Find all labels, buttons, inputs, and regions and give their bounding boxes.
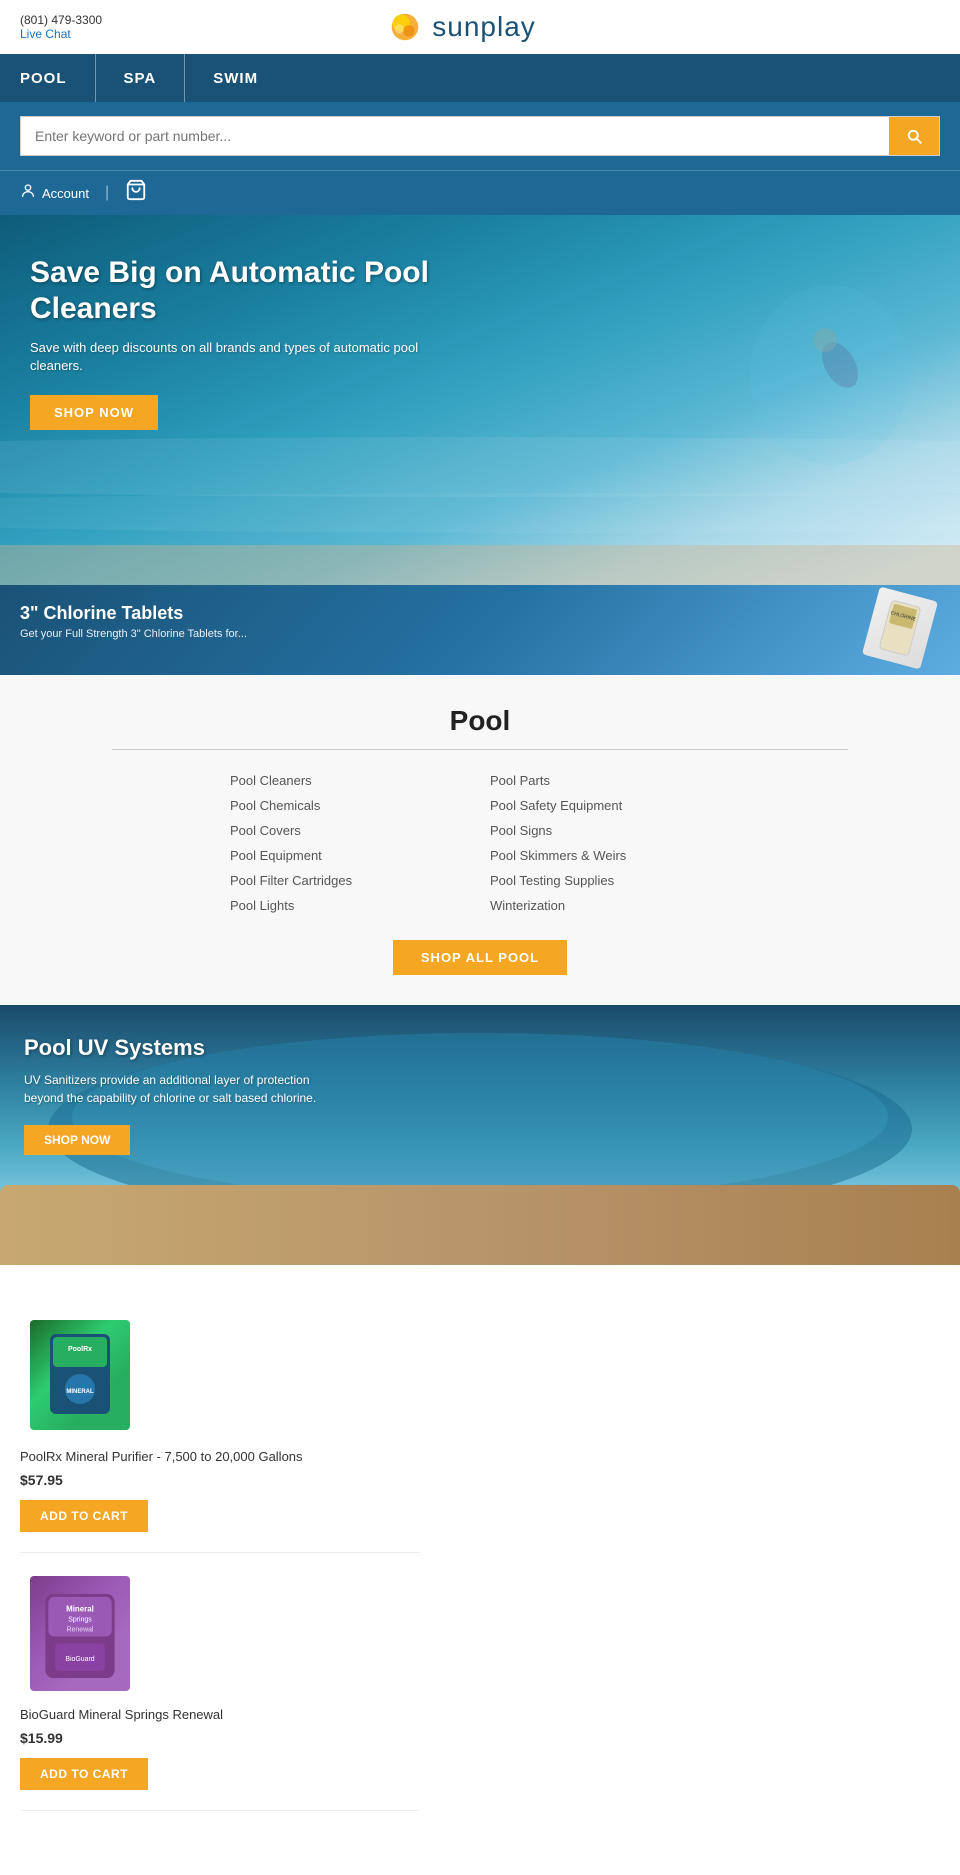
nav-spa[interactable]: SPA (96, 54, 186, 102)
poolrx-label: PoolRx MINERAL (45, 1329, 115, 1421)
svg-text:Renewal: Renewal (67, 1626, 94, 1633)
category-pool-chemicals[interactable]: Pool Chemicals (230, 795, 470, 816)
search-bar (0, 102, 960, 170)
shop-all-pool-button[interactable]: SHOP ALL POOL (393, 940, 567, 975)
svg-text:Springs: Springs (68, 1616, 92, 1623)
account-label: Account (42, 186, 89, 201)
main-navigation: POOL SPA SWIM (0, 54, 960, 102)
section-divider (112, 749, 848, 750)
chlorine-banner-title: 3" Chlorine Tablets (20, 603, 940, 624)
chlorine-product-icon: CHLORINE (862, 586, 938, 669)
hero-subtitle: Save with deep discounts on all brands a… (30, 339, 430, 375)
user-icon (20, 183, 36, 204)
svg-text:MINERAL: MINERAL (66, 1389, 94, 1395)
category-pool-signs[interactable]: Pool Signs (490, 820, 730, 841)
uv-shop-now-button[interactable]: SHOP NOW (24, 1125, 130, 1155)
poolrx-product-price: $57.95 (20, 1472, 63, 1488)
chlorine-banner: 3" Chlorine Tablets Get your Full Streng… (0, 585, 960, 675)
uv-banner: Pool UV Systems UV Sanitizers provide an… (0, 1005, 960, 1265)
live-chat-link[interactable]: Live Chat (20, 27, 102, 41)
category-pool-skimmers[interactable]: Pool Skimmers & Weirs (490, 845, 730, 866)
search-container (20, 116, 940, 156)
category-pool-parts[interactable]: Pool Parts (490, 770, 730, 791)
uv-deck-decor (0, 1185, 960, 1265)
pool-edge-decor (0, 545, 960, 585)
account-link[interactable]: Account (20, 183, 89, 204)
bioguard-product-image: Mineral Springs Renewal BioGuard (30, 1576, 130, 1691)
bioguard-product-price: $15.99 (20, 1730, 63, 1746)
bioguard-add-to-cart-button[interactable]: ADD TO CART (20, 1758, 148, 1790)
category-grid: Pool Cleaners Pool Parts Pool Chemicals … (230, 770, 730, 916)
account-bar: Account | (0, 170, 960, 215)
logo-swirl-icon (386, 8, 424, 46)
category-pool-testing[interactable]: Pool Testing Supplies (490, 870, 730, 891)
nav-swim[interactable]: SWIM (185, 54, 286, 102)
products-section: PoolRx MINERAL PoolRx Mineral Purifier -… (0, 1265, 960, 1841)
svg-text:BioGuard: BioGuard (65, 1656, 94, 1663)
account-cart-divider: | (105, 184, 109, 202)
category-pool-safety[interactable]: Pool Safety Equipment (490, 795, 730, 816)
bioguard-product-name: BioGuard Mineral Springs Renewal (20, 1707, 223, 1722)
category-winterization[interactable]: Winterization (490, 895, 730, 916)
hero-title: Save Big on Automatic Pool Cleaners (30, 255, 430, 327)
phone-number[interactable]: (801) 479-3300 (20, 13, 102, 27)
category-pool-covers[interactable]: Pool Covers (230, 820, 470, 841)
cart-icon[interactable] (125, 179, 147, 207)
poolrx-bottle-icon: PoolRx MINERAL (45, 1329, 115, 1419)
hero-content: Save Big on Automatic Pool Cleaners Save… (30, 255, 430, 430)
search-input[interactable] (21, 117, 889, 155)
category-pool-cleaners[interactable]: Pool Cleaners (230, 770, 470, 791)
chlorine-banner-subtitle: Get your Full Strength 3" Chlorine Table… (20, 628, 940, 640)
poolrx-add-to-cart-button[interactable]: ADD TO CART (20, 1500, 148, 1532)
logo-text: sunplay (432, 11, 536, 43)
search-button[interactable] (889, 117, 939, 155)
hero-banner: Save Big on Automatic Pool Cleaners Save… (0, 215, 960, 585)
hero-shop-now-button[interactable]: SHOP NOW (30, 395, 158, 430)
category-pool-lights[interactable]: Pool Lights (230, 895, 470, 916)
bioguard-image-container[interactable]: Mineral Springs Renewal BioGuard (20, 1573, 140, 1693)
top-bar: (801) 479-3300 Live Chat sunplay (0, 0, 960, 54)
pool-wave-2 (0, 493, 960, 533)
poolrx-product-name: PoolRx Mineral Purifier - 7,500 to 20,00… (20, 1449, 303, 1464)
svg-text:Mineral: Mineral (66, 1604, 94, 1613)
bioguard-bag-icon: Mineral Springs Renewal BioGuard (40, 1584, 120, 1683)
chlorine-tablet-icon: CHLORINE (874, 596, 927, 659)
site-logo[interactable]: sunplay (386, 8, 536, 46)
product-card-bioguard: Mineral Springs Renewal BioGuard BioGuar… (20, 1553, 420, 1811)
uv-content: Pool UV Systems UV Sanitizers provide an… (24, 1035, 344, 1155)
category-pool-filters[interactable]: Pool Filter Cartridges (230, 870, 470, 891)
pool-category-section: Pool Pool Cleaners Pool Parts Pool Chemi… (0, 675, 960, 1005)
uv-title: Pool UV Systems (24, 1035, 344, 1061)
uv-subtitle: UV Sanitizers provide an additional laye… (24, 1071, 344, 1107)
product-card-poolrx: PoolRx MINERAL PoolRx Mineral Purifier -… (20, 1295, 420, 1553)
search-icon (905, 127, 923, 145)
poolrx-product-image: PoolRx MINERAL (30, 1320, 130, 1430)
svg-text:PoolRx: PoolRx (68, 1346, 92, 1353)
poolrx-image-container[interactable]: PoolRx MINERAL (20, 1315, 140, 1435)
pool-section-title: Pool (20, 705, 940, 737)
category-pool-equipment[interactable]: Pool Equipment (230, 845, 470, 866)
hero-swimmer-icon (740, 275, 920, 475)
contact-info: (801) 479-3300 Live Chat (20, 13, 102, 41)
nav-pool[interactable]: POOL (20, 54, 96, 102)
